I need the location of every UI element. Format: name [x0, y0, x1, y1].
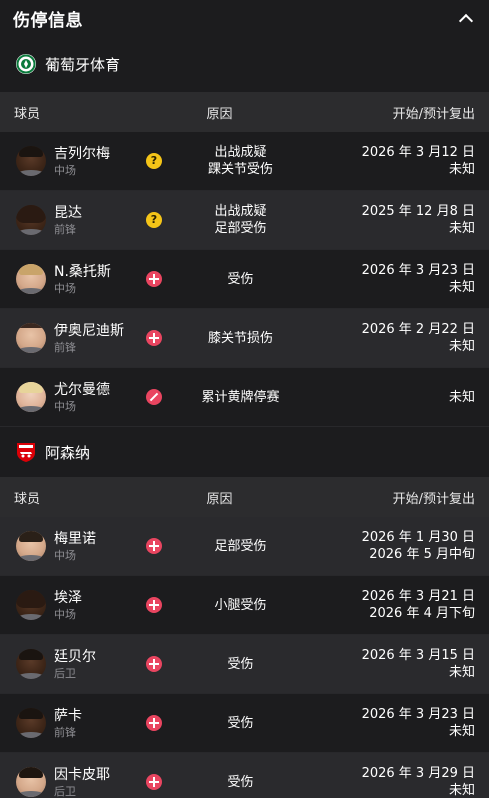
col-dates: 开始/预计复出	[392, 491, 475, 507]
injury-start-date: 2025 年 12 月8 日	[361, 204, 475, 219]
player-position: 前锋	[54, 725, 76, 739]
injury-reason: 累计黄牌停赛	[201, 389, 280, 405]
player-avatar	[16, 767, 46, 797]
injury-start-date: 2026 年 1 月30 日	[361, 530, 475, 545]
expected-return: 未知	[448, 389, 475, 405]
injury-reason: 出战成疑	[214, 204, 267, 219]
player-avatar	[16, 531, 46, 561]
col-reason: 原因	[206, 491, 233, 507]
injury-reason: 出战成疑	[214, 145, 267, 160]
team-header-arsenal: 阿森纳	[0, 427, 489, 477]
player-row[interactable]: 梅里诺 中场 足部受伤 2026 年 1 月30 日 2026 年 5 月中旬	[0, 517, 489, 576]
injury-start-date: 2026 年 3 月21 日	[361, 589, 475, 604]
player-row[interactable]: 尤尔曼德 中场 累计黄牌停赛 未知	[0, 368, 489, 427]
player-row[interactable]: 伊奥尼迪斯 前锋 膝关节损伤 2026 年 2 月22 日未知	[0, 309, 489, 368]
player-name: 因卡皮耶	[54, 766, 110, 783]
injury-reason: 膝关节损伤	[207, 330, 273, 346]
player-avatar	[16, 590, 46, 620]
player-position: 前锋	[54, 340, 76, 354]
injury-reason: 受伤	[227, 715, 254, 731]
column-header-row: 球员 原因 开始/预计复出	[0, 92, 489, 132]
card-icon	[146, 389, 162, 405]
column-header-row: 球员 原因 开始/预计复出	[0, 477, 489, 517]
col-dates: 开始/预计复出	[392, 106, 475, 122]
expected-return: 未知	[448, 221, 475, 236]
cross-icon	[146, 597, 162, 613]
player-row[interactable]: 萨卡 前锋 受伤 2026 年 3 月23 日未知	[0, 694, 489, 753]
injury-reason: 小腿受伤	[214, 597, 267, 613]
expected-return: 2026 年 5 月中旬	[369, 547, 475, 562]
team-name: 葡萄牙体育	[45, 55, 121, 74]
injury-start-date: 2026 年 3 月23 日	[361, 707, 475, 722]
player-position: 中场	[54, 163, 76, 177]
player-avatar	[16, 264, 46, 294]
cross-icon	[146, 330, 162, 346]
player-name: 昆达	[54, 204, 82, 221]
injury-reason: 足部受伤	[214, 538, 267, 554]
injury-start-date: 2026 年 3 月23 日	[361, 263, 475, 278]
injury-reason: 受伤	[227, 271, 254, 287]
expected-return: 2026 年 4 月下旬	[369, 606, 475, 621]
expected-return: 未知	[448, 339, 475, 354]
injury-detail: 足部受伤	[214, 221, 267, 236]
player-position: 中场	[54, 548, 76, 562]
player-avatar	[16, 146, 46, 176]
player-avatar	[16, 205, 46, 235]
injury-detail: 踝关节受伤	[207, 162, 273, 177]
player-position: 中场	[54, 399, 76, 413]
player-position: 后卫	[54, 784, 76, 798]
sporting-logo-icon	[16, 54, 36, 74]
panel-title: 伤停信息	[13, 10, 83, 31]
player-name: 廷贝尔	[54, 648, 96, 665]
player-avatar	[16, 323, 46, 353]
panel-header[interactable]: 伤停信息	[0, 0, 489, 36]
expected-return: 未知	[448, 783, 475, 798]
expected-return: 未知	[448, 665, 475, 680]
expected-return: 未知	[448, 162, 475, 177]
team-header-sporting: 葡萄牙体育	[0, 36, 489, 92]
player-position: 前锋	[54, 222, 76, 236]
arsenal-logo-icon	[17, 443, 35, 462]
expected-return: 未知	[448, 280, 475, 295]
player-avatar	[16, 708, 46, 738]
player-name: 伊奥尼迪斯	[54, 322, 124, 339]
injury-reason: 受伤	[227, 656, 254, 672]
player-name: N.桑托斯	[54, 263, 111, 280]
expected-return: 未知	[448, 724, 475, 739]
injury-reason: 受伤	[227, 774, 254, 790]
player-position: 中场	[54, 607, 76, 621]
injury-start-date: 2026 年 2 月22 日	[361, 322, 475, 337]
col-player: 球员	[14, 491, 41, 507]
player-position: 中场	[54, 281, 76, 295]
question-icon: ?	[146, 153, 162, 169]
cross-icon	[146, 538, 162, 554]
player-row[interactable]: 昆达 前锋 ? 出战成疑足部受伤 2025 年 12 月8 日未知	[0, 191, 489, 250]
player-name: 梅里诺	[54, 530, 96, 547]
cross-icon	[146, 715, 162, 731]
player-row[interactable]: 廷贝尔 后卫 受伤 2026 年 3 月15 日未知	[0, 635, 489, 694]
player-position: 后卫	[54, 666, 76, 680]
player-avatar	[16, 382, 46, 412]
injury-start-date: 2026 年 3 月12 日	[361, 145, 475, 160]
injury-start-date: 2026 年 3 月15 日	[361, 648, 475, 663]
chevron-up-icon[interactable]	[458, 11, 472, 25]
cross-icon	[146, 656, 162, 672]
player-name: 埃泽	[54, 589, 82, 606]
col-player: 球员	[14, 106, 41, 122]
injury-start-date: 2026 年 3 月29 日	[361, 766, 475, 781]
question-icon: ?	[146, 212, 162, 228]
player-avatar	[16, 649, 46, 679]
team-name: 阿森纳	[45, 443, 91, 462]
player-row[interactable]: 因卡皮耶 后卫 受伤 2026 年 3 月29 日未知	[0, 753, 489, 798]
cross-icon	[146, 271, 162, 287]
player-name: 萨卡	[54, 707, 82, 724]
col-reason: 原因	[206, 106, 233, 122]
injury-panel: 伤停信息 葡萄牙体育 球员 原因 开始/预计复出 吉列尔梅 中场 ? 出战成疑 踝关…	[0, 0, 489, 798]
player-row[interactable]: 埃泽 中场 小腿受伤 2026 年 3 月21 日 2026 年 4 月下旬	[0, 576, 489, 635]
player-row[interactable]: N.桑托斯 中场 受伤 2026 年 3 月23 日未知	[0, 250, 489, 309]
player-row[interactable]: 吉列尔梅 中场 ? 出战成疑踝关节受伤 2026 年 3 月12 日未知	[0, 132, 489, 191]
cross-icon	[146, 774, 162, 790]
player-name: 吉列尔梅	[54, 145, 110, 162]
player-name: 尤尔曼德	[54, 381, 110, 398]
